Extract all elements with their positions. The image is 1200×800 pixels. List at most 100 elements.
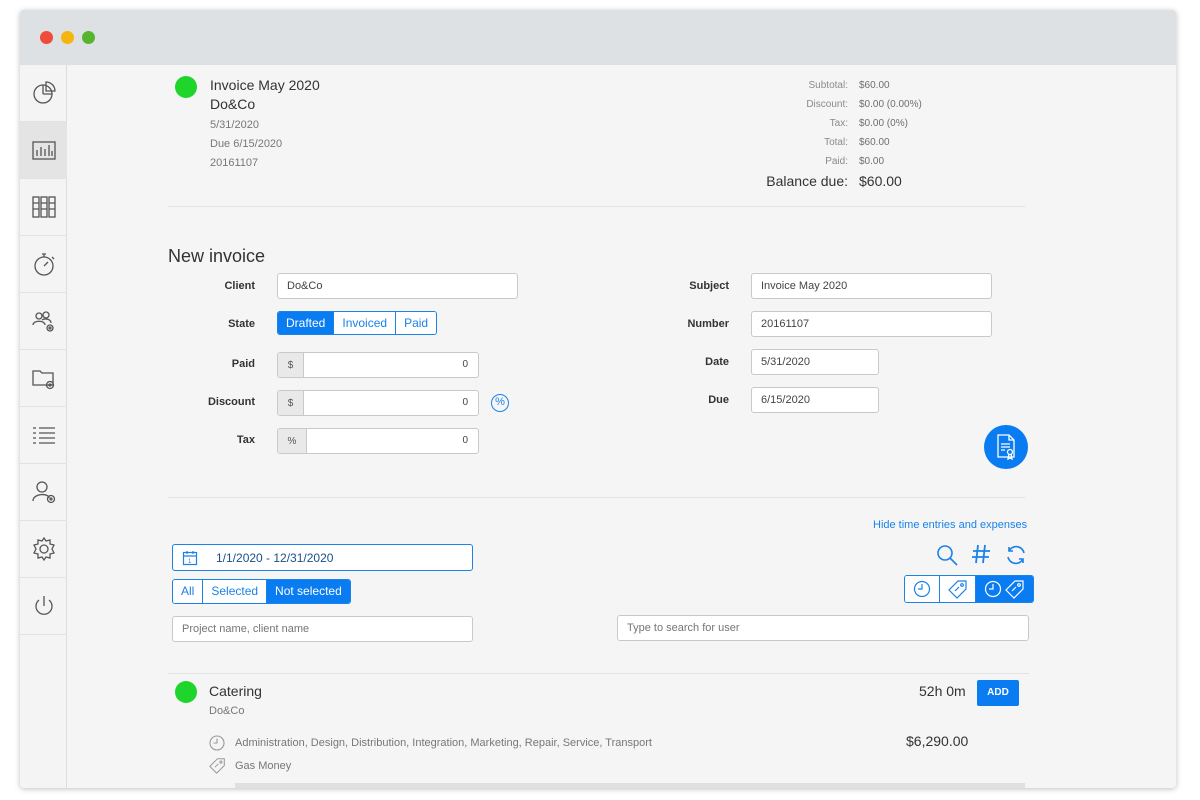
sidebar-item-settings[interactable] [20,521,67,578]
paid-value[interactable]: 0 [304,353,478,377]
tax-label: Tax [236,434,255,446]
bar-chart-icon [31,141,56,160]
discount-percent-toggle[interactable]: % [491,394,509,412]
clock-icon [913,580,931,598]
subject-label: Subject [689,280,729,292]
tag-icon [947,580,967,599]
tax-field[interactable]: % 0 [277,428,479,454]
discount-value[interactable]: 0 [304,391,478,415]
hash-icon [972,544,990,564]
date-field[interactable]: 5/31/2020 [751,349,879,375]
project-name: Catering [209,683,262,699]
hide-entries-link[interactable]: Hide time entries and expenses [873,519,1027,531]
discount-summary-label: Discount: [806,99,848,110]
clock-icon [984,580,1002,598]
client-field[interactable]: Do&Co [277,273,518,299]
selection-filter: All Selected Not selected [172,579,351,604]
add-button[interactable]: ADD [977,680,1019,706]
invoice-title: Invoice May 2020 [210,77,320,93]
state-drafted-button[interactable]: Drafted [278,312,335,334]
expense-name: Gas Money [235,760,292,772]
sidebar-item-lists[interactable] [20,407,67,464]
entry-type-filter [904,575,1034,603]
tax-summary-value: $0.00 (0%) [859,118,908,129]
sidebar-item-users[interactable] [20,464,67,521]
currency-addon: $ [278,391,304,415]
sidebar-item-projects[interactable] [20,350,67,407]
user-gear-icon [31,481,55,504]
date-label: Date [705,356,729,368]
pie-chart-icon [32,81,56,104]
sidebar-item-logout[interactable] [20,578,67,635]
project-search-input[interactable] [172,616,473,642]
filter-not-selected-button[interactable]: Not selected [267,580,350,603]
project-status-dot [175,681,197,703]
refresh-button[interactable] [1005,544,1027,566]
balance-due-value: $60.00 [859,173,902,189]
paid-summary-label: Paid: [825,156,848,167]
sidebar-item-invoices[interactable] [20,179,67,236]
zoom-window-button[interactable] [82,31,95,44]
subtotal-label: Subtotal: [808,80,848,91]
filter-both-button[interactable] [976,576,1033,602]
invoice-due-date: Due 6/15/2020 [210,138,283,150]
currency-addon: $ [278,353,304,377]
close-window-button[interactable] [40,31,53,44]
sidebar-item-reports[interactable] [20,122,67,179]
folder-gear-icon [31,370,54,390]
divider [168,206,1025,207]
invoice-client: Do&Co [210,96,256,112]
paid-field[interactable]: $ 0 [277,352,479,378]
entry-amount: $6,290.00 [906,733,969,749]
percent-addon: % [278,429,307,453]
create-invoice-button[interactable] [984,425,1028,469]
divider [168,497,1025,498]
app-window: Invoice May 2020 Do&Co 5/31/2020 Due 6/1… [20,10,1176,788]
paid-label: Paid [231,358,255,370]
main-content: Invoice May 2020 Do&Co 5/31/2020 Due 6/1… [67,65,1176,788]
project-hours: 52h 0m [919,683,966,699]
sidebar-item-timer[interactable] [20,236,67,293]
minimize-window-button[interactable] [61,31,74,44]
hash-button[interactable] [970,543,992,565]
tag-icon [209,757,226,779]
filter-all-button[interactable]: All [173,580,204,603]
scroll-edge [235,783,1025,788]
title-bar [20,10,1176,65]
refresh-icon [1007,545,1025,565]
sidebar-item-dashboard[interactable] [20,65,67,122]
invoice-status-dot [175,76,197,98]
number-label: Number [687,318,729,330]
discount-label: Discount [207,396,255,408]
divider [168,673,1029,674]
sidebar-item-teams[interactable] [20,293,67,350]
user-search-input[interactable] [617,615,1029,641]
subject-field[interactable]: Invoice May 2020 [751,273,992,299]
state-invoiced-button[interactable]: Invoiced [334,312,397,334]
sidebar [20,65,67,788]
paid-summary-value: $0.00 [859,156,885,167]
due-field[interactable]: 6/15/2020 [751,387,879,413]
due-label: Due [708,394,729,406]
search-button[interactable] [935,543,959,567]
filter-time-button[interactable] [905,576,940,602]
tax-value[interactable]: 0 [307,429,478,453]
search-icon [937,545,958,566]
tax-summary-label: Tax: [829,118,848,129]
filter-expense-button[interactable] [940,576,976,602]
date-range-picker[interactable]: 1 1/1/2020 - 12/31/2020 [172,544,473,571]
calendar-icon: 1 [182,550,198,565]
gear-icon [32,536,55,562]
balance-due-label: Balance due: [766,173,848,189]
date-range-value: 1/1/2020 - 12/31/2020 [216,550,334,565]
state-selector: Drafted Invoiced Paid [277,311,438,335]
filter-selected-button[interactable]: Selected [203,580,268,603]
discount-field[interactable]: $ 0 [277,390,479,416]
state-paid-button[interactable]: Paid [396,312,437,334]
form-heading: New invoice [168,246,266,266]
project-client: Do&Co [209,705,245,717]
binders-icon [31,196,56,218]
subtotal-value: $60.00 [859,80,890,91]
number-field[interactable]: 20161107 [751,311,992,337]
stopwatch-icon [33,253,54,276]
